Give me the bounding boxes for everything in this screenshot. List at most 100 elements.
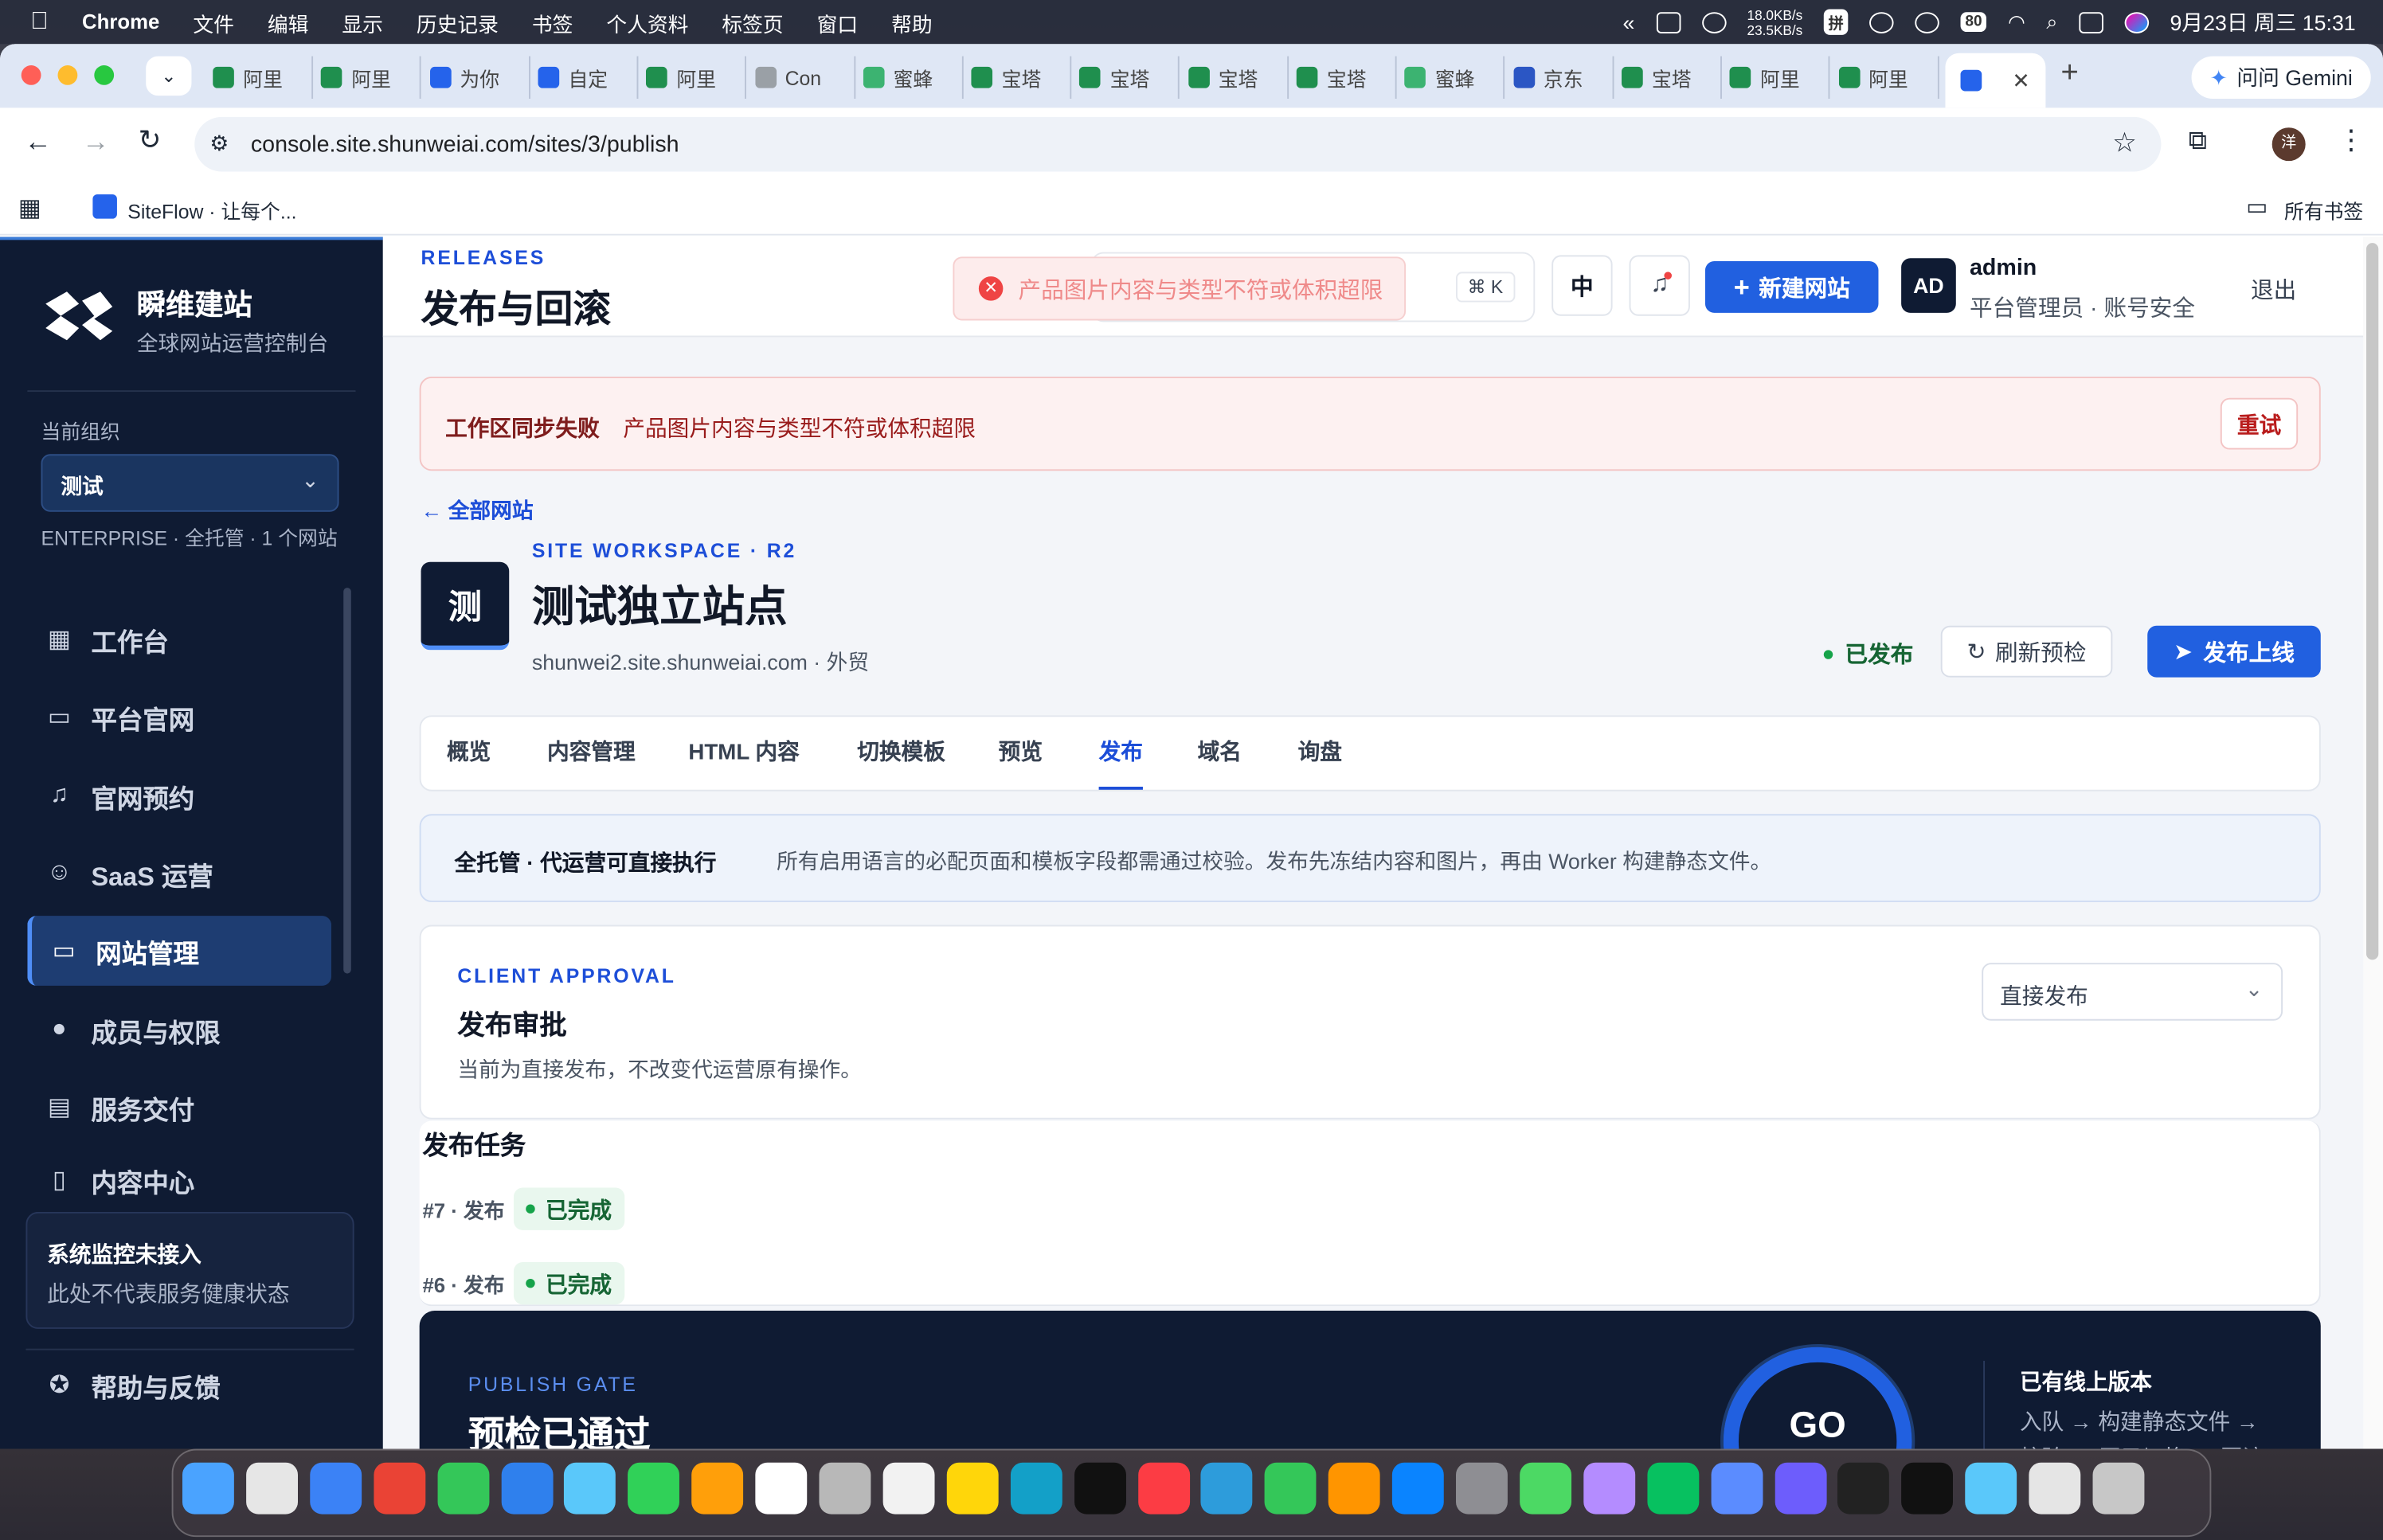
profile-avatar[interactable]: 洋	[2271, 127, 2306, 162]
sidebar-item-delivery[interactable]: ▤ 服务交付	[27, 1073, 331, 1143]
job-row[interactable]: #6 · 发布 已完成	[422, 1261, 624, 1305]
siri-icon[interactable]	[2124, 11, 2149, 33]
compass-icon[interactable]	[1869, 11, 1894, 33]
browser-tab[interactable]: 宝塔	[1296, 56, 1397, 99]
menu-tabs[interactable]: 标签页	[722, 7, 783, 37]
browser-tab[interactable]: 阿里	[321, 56, 422, 99]
brand-logo[interactable]	[40, 286, 119, 346]
dock-app-icon[interactable]	[564, 1462, 616, 1515]
menu-file[interactable]: 文件	[193, 7, 234, 37]
menu-view[interactable]: 显示	[342, 7, 383, 37]
dock-app-icon[interactable]	[882, 1462, 935, 1515]
menu-chrome[interactable]: Chrome	[82, 10, 159, 33]
dock-app-icon[interactable]	[1901, 1462, 1954, 1515]
retry-button[interactable]: 重试	[2220, 397, 2299, 450]
dock-app-icon[interactable]	[1965, 1462, 2017, 1515]
wifi-icon[interactable]: ◠	[2008, 10, 2025, 34]
more-menu-icon[interactable]: ⋮	[2338, 124, 2365, 156]
dock-app-icon[interactable]	[1519, 1462, 1571, 1515]
reload-icon[interactable]: ↻	[139, 124, 162, 156]
back-icon[interactable]: ←	[25, 126, 52, 158]
browser-tab[interactable]: Con	[754, 56, 855, 99]
menu-edit[interactable]: 编辑	[268, 7, 309, 37]
dock-app-icon[interactable]	[1010, 1462, 1062, 1515]
publish-button[interactable]: ➤ 发布上线	[2147, 625, 2321, 678]
dock-app-icon[interactable]	[1583, 1462, 1635, 1515]
battery-indicator[interactable]: 80	[1960, 12, 1987, 33]
bookmark-siteflow[interactable]: SiteFlow · 让每个...	[127, 196, 296, 225]
browser-tab[interactable]: 宝塔	[1188, 56, 1289, 99]
dock-app-icon[interactable]	[1201, 1462, 1254, 1515]
dock-app-icon[interactable]	[819, 1462, 871, 1515]
clock[interactable]: 9月23日 周三 15:31	[2170, 7, 2356, 37]
avatar[interactable]: AD	[1901, 258, 1956, 313]
browser-tab[interactable]: 京东	[1512, 56, 1614, 99]
control-center-icon[interactable]	[2079, 11, 2103, 33]
dock-app-icon[interactable]	[1137, 1462, 1190, 1515]
browser-tab[interactable]: 宝塔	[1079, 56, 1180, 99]
ime-indicator[interactable]: 拼	[1823, 9, 1849, 35]
browser-tab[interactable]: 阿里	[1837, 56, 1939, 99]
apps-grid-icon[interactable]: ▦	[18, 193, 41, 223]
language-button[interactable]: 中	[1551, 255, 1613, 316]
minimize-window-button[interactable]	[57, 65, 78, 85]
cat-icon[interactable]	[1701, 11, 1726, 33]
apple-icon[interactable]: 	[30, 8, 49, 35]
site-tab[interactable]: 内容管理	[547, 717, 636, 790]
refresh-precheck-button[interactable]: ↻ 刷新预检	[1940, 625, 2113, 678]
menu-profiles[interactable]: 个人资料	[606, 7, 688, 37]
user-role[interactable]: 平台管理员 · 账号安全	[1970, 291, 2195, 323]
browser-tab[interactable]: 宝塔	[1621, 56, 1722, 99]
menu-bookmarks[interactable]: 书签	[532, 7, 573, 37]
new-tab-button[interactable]: +	[2060, 57, 2078, 92]
dock-app-icon[interactable]	[1265, 1462, 1317, 1515]
menu-window[interactable]: 窗口	[817, 7, 859, 37]
dock-app-icon[interactable]	[628, 1462, 680, 1515]
approval-mode-select[interactable]: 直接发布 ⌄	[1982, 963, 2283, 1021]
org-select[interactable]: 测试 ⌄	[41, 454, 339, 512]
dock-app-icon[interactable]	[436, 1462, 489, 1515]
dock-app-icon[interactable]	[1646, 1462, 1699, 1515]
sidebar-item-members[interactable]: ● 成员与权限	[27, 995, 331, 1065]
star-icon[interactable]: ☆	[2112, 127, 2137, 159]
site-tab[interactable]: 询盘	[1298, 717, 1342, 790]
browser-tab[interactable]: 宝塔	[971, 56, 1072, 99]
dock-app-icon[interactable]	[182, 1462, 234, 1515]
sidebar-item-workbench[interactable]: ▦ 工作台	[27, 604, 331, 674]
new-site-button[interactable]: + 新建网站	[1704, 261, 1879, 313]
user-circle-icon[interactable]	[1915, 11, 1939, 33]
address-bar[interactable]: ⚙ console.site.shunweiai.com/sites/3/pub…	[194, 116, 2162, 172]
browser-tab[interactable]: 为你	[429, 56, 530, 99]
site-tab[interactable]: 切换模板	[857, 717, 945, 790]
site-tab[interactable]: 发布	[1098, 717, 1143, 790]
dock-app-icon[interactable]	[1392, 1462, 1444, 1515]
browser-tab[interactable]: 阿里	[213, 56, 314, 99]
url-text[interactable]: console.site.shunweiai.com/sites/3/publi…	[251, 131, 679, 157]
sidebar-item-bookings[interactable]: ♫ 官网预约	[27, 761, 331, 831]
site-tab[interactable]: 概览	[447, 717, 491, 790]
job-row[interactable]: #7 · 发布 已完成	[422, 1187, 624, 1230]
dock-app-icon[interactable]	[1074, 1462, 1126, 1515]
dock-app-icon[interactable]	[946, 1462, 999, 1515]
dock-app-icon[interactable]	[1837, 1462, 1890, 1515]
search-icon[interactable]: ⌕	[2046, 10, 2057, 34]
error-toast[interactable]: ✕ 产品图片内容与类型不符或体积超限	[953, 256, 1407, 321]
gemini-button[interactable]: ✦ 问问 Gemini	[2191, 56, 2371, 99]
browser-tab[interactable]: 阿里	[1729, 56, 1830, 99]
forward-icon[interactable]: →	[82, 126, 109, 158]
dock-app-icon[interactable]	[691, 1462, 744, 1515]
sidebar-item-platform-site[interactable]: ▭ 平台官网	[27, 682, 331, 752]
site-tab[interactable]: 预览	[999, 717, 1043, 790]
dock-app-icon[interactable]	[1456, 1462, 1508, 1515]
site-info-icon[interactable]: ⚙	[209, 131, 229, 156]
dock-app-icon[interactable]	[309, 1462, 362, 1515]
sidebar-item-content[interactable]: ▯ 内容中心	[27, 1151, 331, 1209]
browser-tab[interactable]: 蜜蜂	[863, 56, 964, 99]
active-browser-tab[interactable]: ✕	[1945, 53, 2046, 108]
page-scrollbar[interactable]	[2363, 236, 2383, 1449]
scrollbar-thumb[interactable]	[2366, 243, 2379, 960]
sidebar-item-saas[interactable]: ☺ SaaS 运营	[27, 838, 331, 909]
browser-tab[interactable]: 自定	[538, 56, 639, 99]
site-tab[interactable]: 域名	[1198, 717, 1242, 790]
extensions-icon[interactable]: ⧉	[2189, 126, 2207, 156]
